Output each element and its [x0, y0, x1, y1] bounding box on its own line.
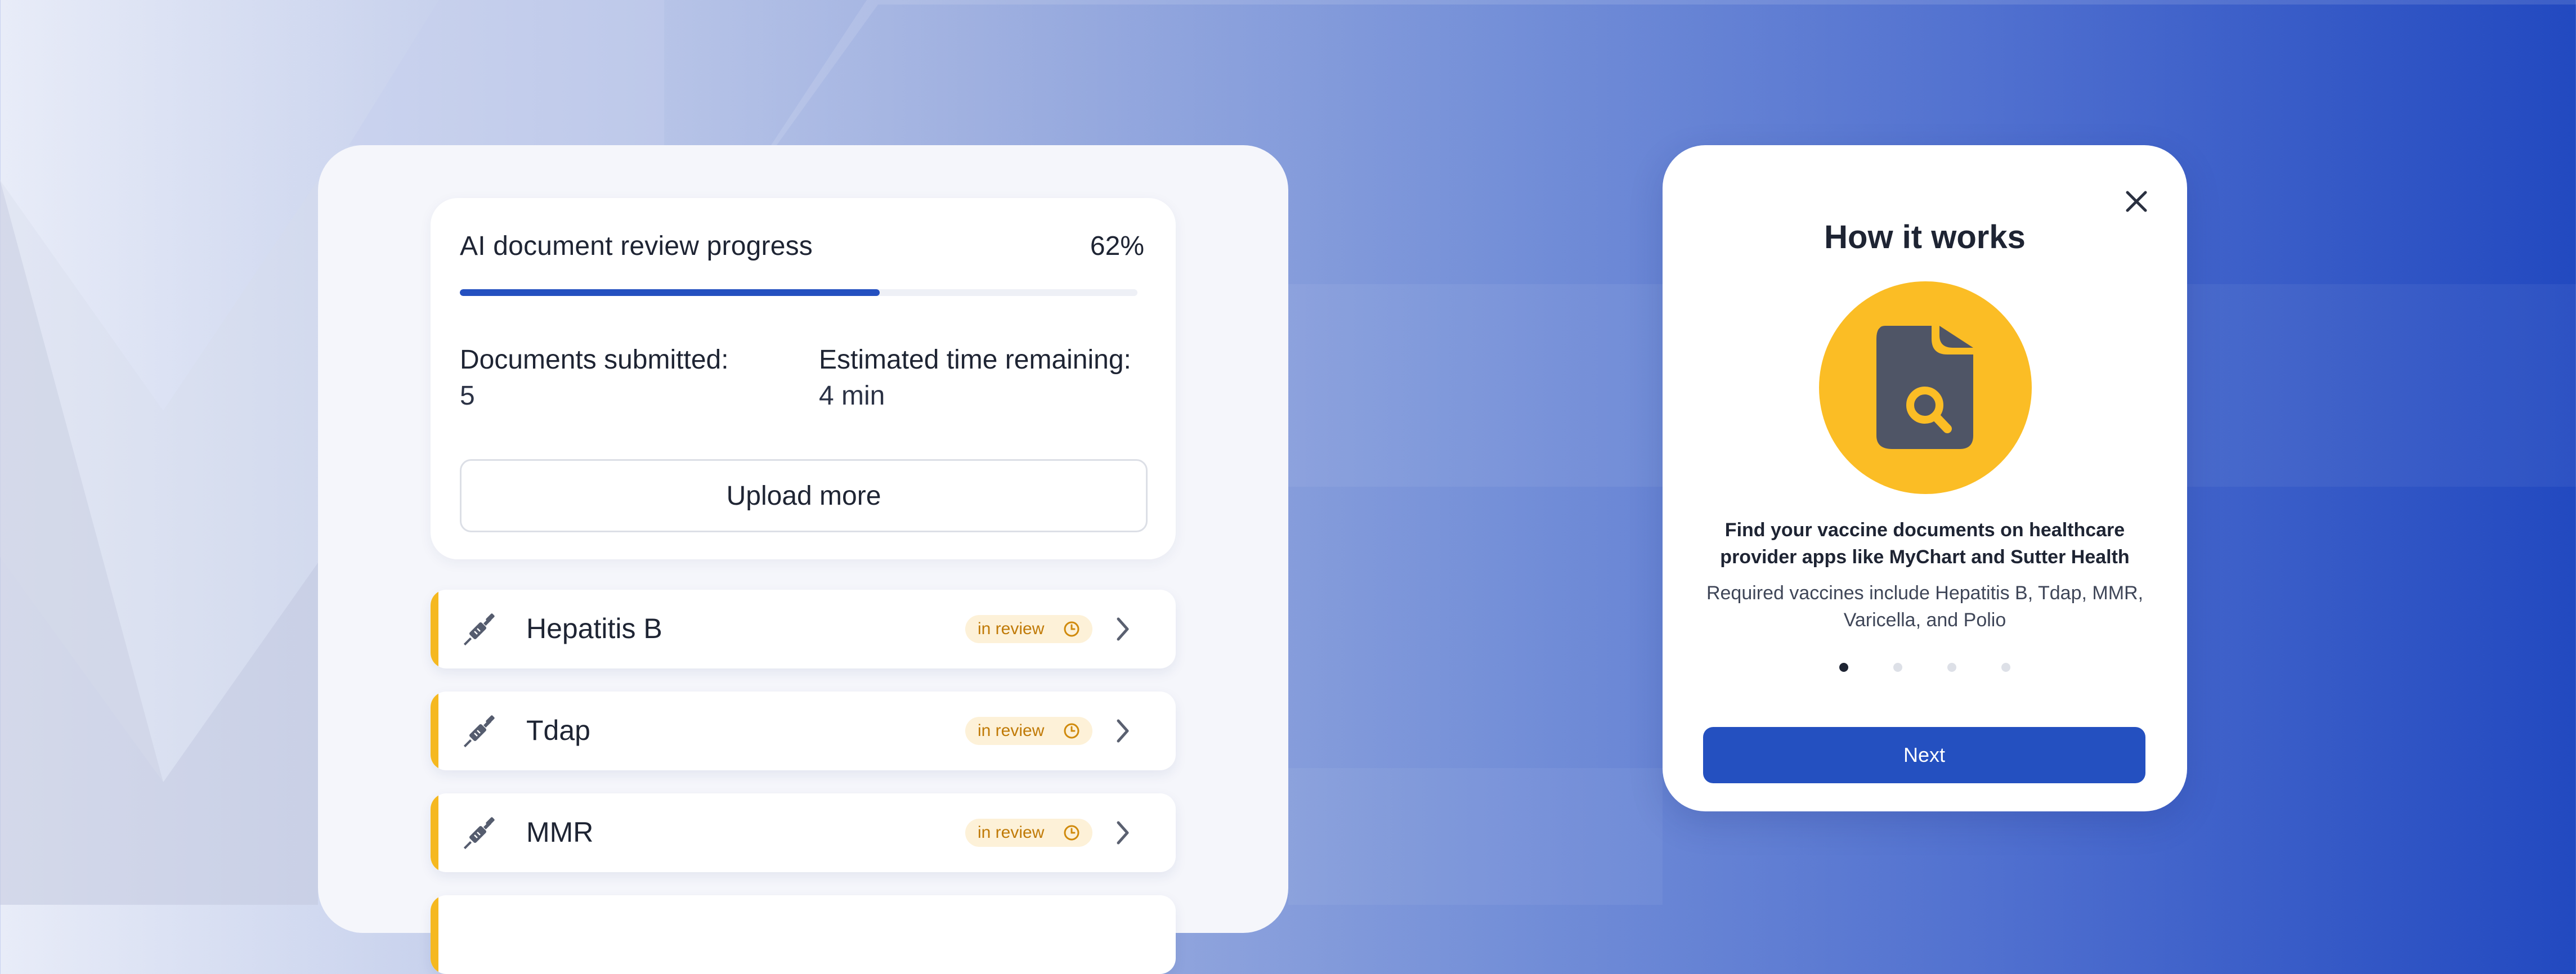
vaccine-row-hepatitis-b[interactable]: Hepatitis B in review [431, 590, 1176, 668]
row-accent [431, 895, 438, 974]
status-badge: in review [965, 819, 1092, 847]
row-accent [431, 692, 438, 770]
progress-bar [460, 289, 1137, 296]
syringe-icon [463, 715, 495, 748]
modal-description-primary: Find your vaccine documents on healthcar… [1720, 519, 2130, 568]
vaccine-name: Tdap [526, 715, 590, 746]
vaccine-name: Hepatitis B [526, 613, 662, 644]
syringe-icon [463, 613, 495, 646]
syringe-icon [463, 817, 495, 850]
status-badge-text: in review [978, 721, 1045, 740]
time-remaining: Estimated time remaining: 4 min [819, 342, 1131, 414]
row-accent [431, 793, 438, 872]
chevron-right-icon [1117, 821, 1129, 845]
row-accent [431, 590, 438, 668]
documents-submitted-value: 5 [460, 381, 475, 411]
pagination-dot-4[interactable] [2001, 663, 2010, 672]
documents-submitted: Documents submitted: 5 [460, 342, 729, 414]
upload-more-button[interactable]: Upload more [460, 459, 1148, 532]
pagination-dot-2[interactable] [1893, 663, 1902, 672]
time-remaining-value: 4 min [819, 381, 885, 411]
pagination-dots [1663, 663, 2187, 672]
clock-icon [1064, 621, 1079, 637]
status-badge-text: in review [978, 823, 1045, 842]
chevron-right-icon [1117, 719, 1129, 743]
vaccine-row-tdap[interactable]: Tdap in review [431, 692, 1176, 770]
progress-title: AI document review progress [460, 231, 813, 261]
status-badge-text: in review [978, 620, 1045, 638]
progress-card: AI document review progress 62% Document… [431, 198, 1176, 559]
vaccine-name: MMR [526, 816, 594, 848]
status-badge: in review [965, 615, 1092, 643]
document-search-icon [1819, 281, 2032, 494]
pagination-dot-3[interactable] [1947, 663, 1956, 672]
modal-description-secondary: Required vaccines include Hepatitis B, T… [1706, 582, 2144, 631]
clock-icon [1064, 825, 1079, 841]
vaccine-row-mmr[interactable]: MMR in review [431, 793, 1176, 872]
clock-icon [1064, 723, 1079, 739]
time-remaining-label: Estimated time remaining: [819, 345, 1131, 375]
next-button[interactable]: Next [1703, 727, 2145, 783]
review-panel: AI document review progress 62% Document… [318, 145, 1288, 974]
vaccine-row-partial[interactable] [431, 895, 1176, 974]
chevron-right-icon [1117, 617, 1129, 641]
progress-bar-fill [460, 289, 880, 296]
status-badge: in review [965, 717, 1092, 745]
documents-submitted-label: Documents submitted: [460, 345, 729, 375]
progress-percent: 62% [1090, 231, 1144, 261]
modal-title: How it works [1824, 219, 2026, 255]
how-it-works-modal: How it works Find your vaccine documents… [1663, 145, 2187, 811]
pagination-dot-1[interactable] [1839, 663, 1848, 672]
